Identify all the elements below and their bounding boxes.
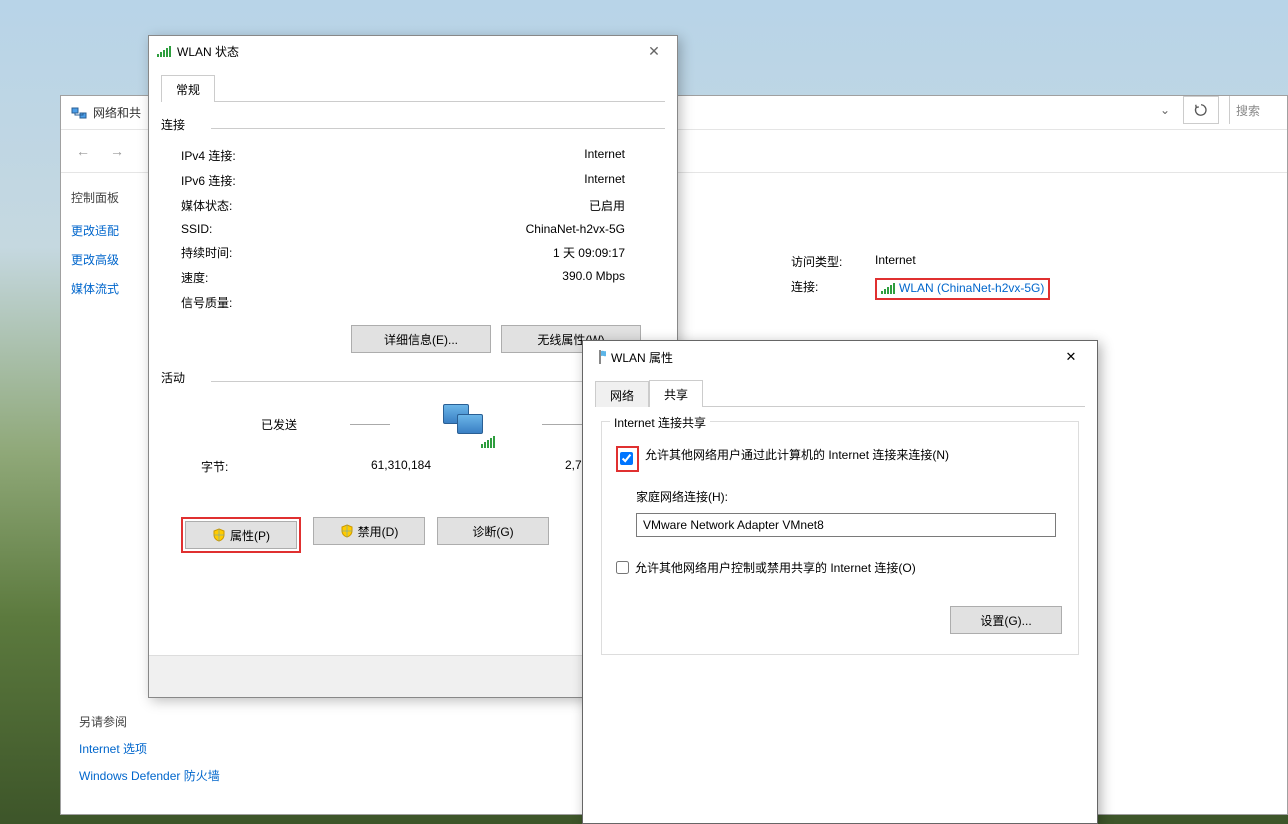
- wifi-signal-icon: [157, 45, 171, 57]
- internet-sharing-group: Internet 连接共享 允许其他网络用户通过此计算机的 Internet 连…: [601, 421, 1079, 655]
- speed-value: 390.0 Mbps: [361, 269, 645, 286]
- shield-icon: [212, 528, 226, 542]
- search-placeholder: 搜索: [1236, 102, 1260, 119]
- network-center-icon: [71, 105, 87, 121]
- status-title: WLAN 状态: [177, 43, 239, 60]
- ipv4-label: IPv4 连接:: [181, 147, 361, 164]
- ssid-value: ChinaNet-h2vx-5G: [361, 222, 645, 236]
- disable-label: 禁用(D): [358, 523, 399, 540]
- window-title: 网络和共: [93, 104, 141, 121]
- signal-quality-label: 信号质量:: [181, 294, 361, 311]
- speed-label: 速度:: [181, 269, 361, 286]
- connection-link-highlight: WLAN (ChinaNet-h2vx-5G): [875, 278, 1050, 300]
- allow-others-checkbox[interactable]: [620, 452, 633, 465]
- properties-button[interactable]: 属性(P): [185, 521, 297, 549]
- sidebar-change-adapter[interactable]: 更改适配: [71, 222, 141, 239]
- access-info: 访问类型: Internet 连接: WLAN (ChinaNet-h2vx-5…: [791, 253, 1050, 308]
- signal-quality-value: [361, 294, 645, 311]
- sent-bytes: 61,310,184: [281, 458, 431, 475]
- sidebar-control-panel-home[interactable]: 控制面板: [71, 189, 141, 206]
- connection-label: 连接:: [791, 278, 851, 300]
- wlan-connection-link[interactable]: WLAN (ChinaNet-h2vx-5G): [881, 281, 1044, 295]
- media-state-label: 媒体状态:: [181, 197, 361, 214]
- properties-titlebar[interactable]: WLAN 属性 ✕: [583, 341, 1097, 373]
- group-label: Internet 连接共享: [610, 414, 710, 431]
- duration-value: 1 天 09:09:17: [361, 244, 645, 261]
- sidebar-media-streaming[interactable]: 媒体流式: [71, 280, 141, 297]
- sidebar-change-advanced[interactable]: 更改高级: [71, 251, 141, 268]
- status-tabs: 常规: [161, 74, 665, 102]
- close-button[interactable]: ✕: [1055, 343, 1087, 371]
- allow-others-highlight: [616, 446, 639, 472]
- tab-network[interactable]: 网络: [595, 381, 649, 407]
- access-type-label: 访问类型:: [791, 253, 851, 270]
- ssid-label: SSID:: [181, 222, 361, 236]
- details-button[interactable]: 详细信息(E)...: [351, 325, 491, 353]
- dash-line: [350, 424, 390, 425]
- connection-value: WLAN (ChinaNet-h2vx-5G): [899, 281, 1044, 295]
- network-activity-icon: [443, 404, 489, 444]
- divider: [211, 128, 665, 129]
- ipv4-value: Internet: [361, 147, 645, 164]
- connection-section-label: 连接: [161, 116, 665, 133]
- see-also-header: 另请参阅: [79, 713, 220, 730]
- home-connection-combobox[interactable]: VMware Network Adapter VMnet8: [636, 513, 1056, 537]
- refresh-icon: [1194, 103, 1208, 117]
- ipv6-label: IPv6 连接:: [181, 172, 361, 189]
- wifi-signal-icon: [881, 282, 895, 294]
- shield-icon: [340, 524, 354, 538]
- dash-line: [542, 424, 582, 425]
- properties-label: 属性(P): [230, 527, 270, 544]
- allow-control-checkbox[interactable]: [616, 561, 629, 574]
- search-box[interactable]: 搜索: [1229, 96, 1287, 124]
- disable-button[interactable]: 禁用(D): [313, 517, 425, 545]
- tab-sharing[interactable]: 共享: [649, 380, 703, 407]
- home-connection-label: 家庭网络连接(H):: [636, 488, 1064, 505]
- see-also-section: 另请参阅 Internet 选项 Windows Defender 防火墙: [79, 713, 220, 794]
- settings-button[interactable]: 设置(G)...: [950, 606, 1062, 634]
- properties-tabs: 网络 共享: [595, 379, 1085, 407]
- home-connection-value: VMware Network Adapter VMnet8: [643, 518, 824, 532]
- sent-label: 已发送: [261, 416, 297, 433]
- close-button[interactable]: ✕: [639, 39, 669, 63]
- allow-control-label[interactable]: 允许其他网络用户控制或禁用共享的 Internet 连接(O): [635, 559, 916, 576]
- nav-back-button[interactable]: ←: [71, 139, 95, 163]
- duration-label: 持续时间:: [181, 244, 361, 261]
- defender-firewall-link[interactable]: Windows Defender 防火墙: [79, 767, 220, 784]
- access-type-value: Internet: [875, 253, 916, 270]
- status-titlebar[interactable]: WLAN 状态 ✕: [149, 36, 677, 66]
- diagnose-button[interactable]: 诊断(G): [437, 517, 549, 545]
- tab-general[interactable]: 常规: [161, 75, 215, 102]
- properties-title: WLAN 属性: [611, 349, 673, 366]
- media-state-value: 已启用: [361, 197, 645, 214]
- nav-forward-button[interactable]: →: [105, 139, 129, 163]
- properties-icon: [593, 349, 607, 365]
- properties-button-highlight: 属性(P): [181, 517, 301, 553]
- bytes-label: 字节:: [201, 458, 281, 475]
- ipv6-value: Internet: [361, 172, 645, 189]
- allow-others-label[interactable]: 允许其他网络用户通过此计算机的 Internet 连接来连接(N): [645, 446, 949, 463]
- wlan-properties-dialog: WLAN 属性 ✕ 网络 共享 Internet 连接共享 允许其他网络用户通过…: [582, 340, 1098, 824]
- address-dropdown[interactable]: ⌄: [1151, 96, 1179, 124]
- internet-options-link[interactable]: Internet 选项: [79, 740, 220, 757]
- refresh-button[interactable]: [1183, 96, 1219, 124]
